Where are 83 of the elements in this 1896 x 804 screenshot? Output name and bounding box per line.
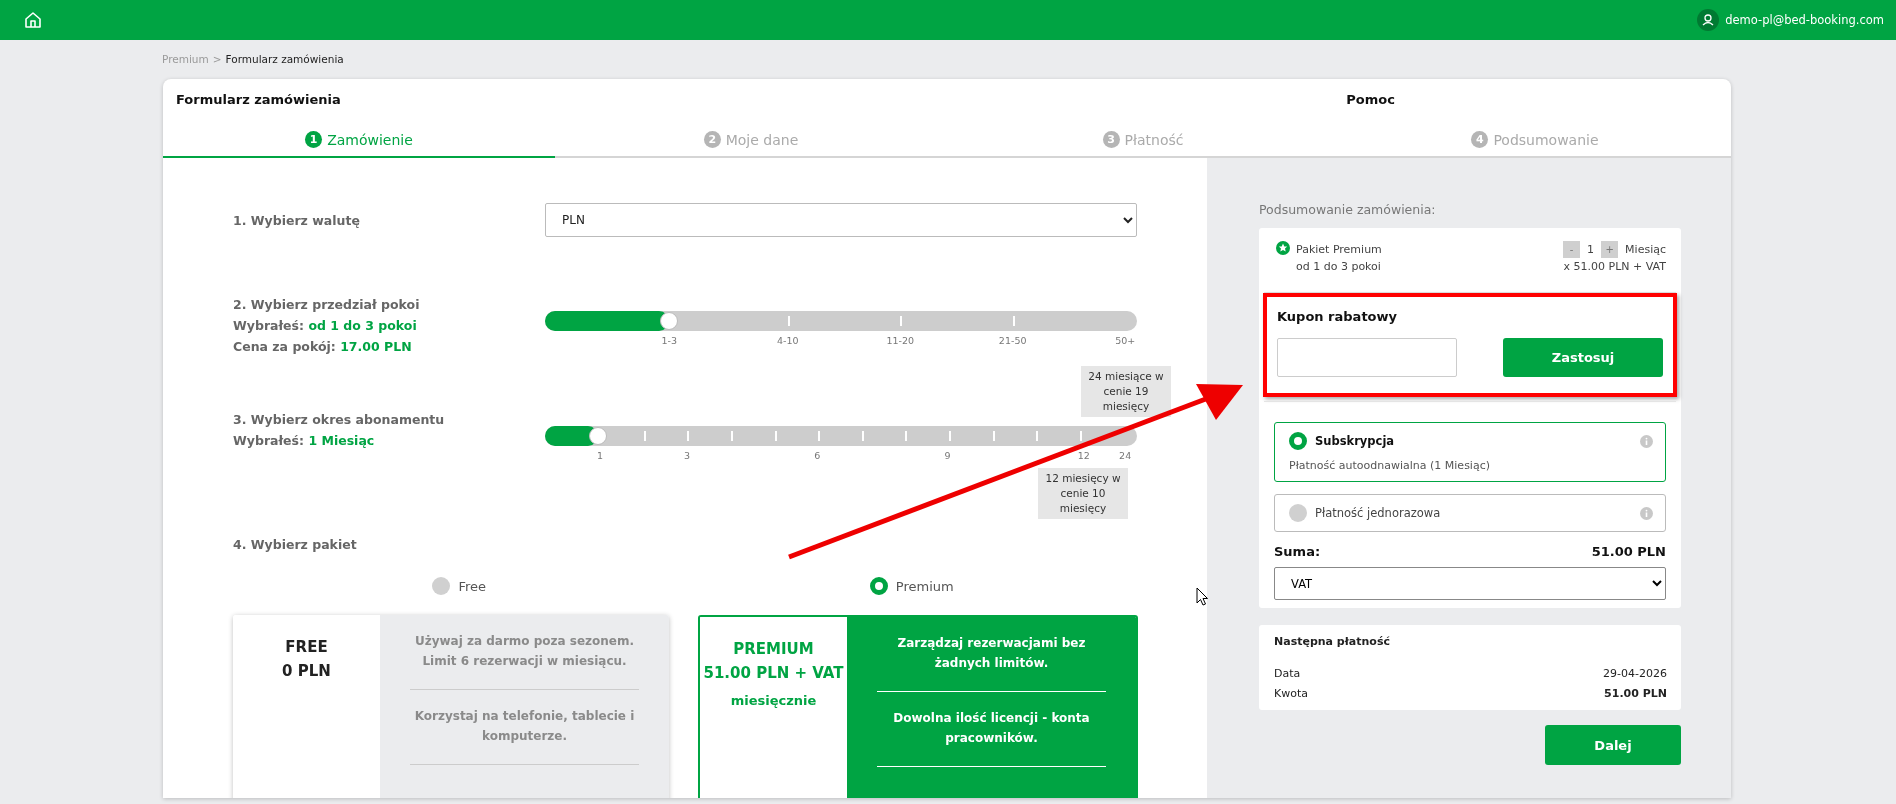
- slider-thumb[interactable]: [589, 427, 608, 445]
- slider-thumb[interactable]: [660, 312, 679, 330]
- info-icon: [1640, 434, 1653, 448]
- apply-button[interactable]: Zastosuj: [1503, 338, 1663, 377]
- payment-option[interactable]: Subskrypcja Płatność autoodnawialna (1 Miesiąc): [1274, 422, 1666, 482]
- radio-button[interactable]: [869, 577, 888, 595]
- feature-text: Dowolna ilość licencji - konta pracowników.: [877, 692, 1106, 767]
- user-email[interactable]: demo-pl@bed-booking.com: [1725, 13, 1884, 27]
- option-description: Płatność autoodnawialna (1 Miesiąc): [1289, 459, 1491, 472]
- package-name: PREMIUM: [732, 639, 815, 660]
- step-tab[interactable]: 3 Płatność: [947, 123, 1339, 158]
- selected-value: 17.00 PLN: [340, 339, 412, 354]
- tick-label: 21-50: [998, 335, 1027, 346]
- info-label: Data: [1274, 666, 1301, 682]
- star-icon: [1276, 241, 1290, 255]
- unit-label: Miesiąc: [1625, 242, 1666, 258]
- selected-value: od 1 do 3 pokoi: [308, 318, 417, 333]
- total-label: Suma:: [1274, 544, 1321, 559]
- step-tab[interactable]: 4 Podsumowanie: [1339, 123, 1731, 158]
- section-title: Podsumowanie zamówienia:: [1259, 202, 1437, 217]
- coupon-title: Kupon rabatowy: [1277, 309, 1398, 324]
- discount-tooltip: 12 miesięcy w cenie 10 miesięcy: [1038, 468, 1128, 519]
- billing-period: miesięcznie: [729, 692, 818, 710]
- room-range: od 1 do 3 pokoi: [1296, 259, 1382, 275]
- coupon-input[interactable]: [1277, 338, 1457, 377]
- decrease-button[interactable]: -: [1563, 241, 1581, 258]
- field-label: Wybrałeś:: [233, 318, 305, 333]
- field-label: 2. Wybierz przedział pokoi: [233, 296, 421, 314]
- info-icon: [1640, 506, 1653, 520]
- payment-option[interactable]: Płatność jednorazowa: [1274, 494, 1666, 532]
- tick-label: 9: [944, 450, 951, 461]
- field-label: Wybrałeś:: [233, 433, 305, 448]
- feature-text: Korzystaj na telefonie, tablecie i komputerze.: [410, 690, 639, 765]
- tick-label: 50+: [1115, 335, 1136, 346]
- radio-button[interactable]: [432, 577, 451, 595]
- next-button[interactable]: Dalej: [1545, 725, 1681, 765]
- breadcrumb-link[interactable]: Premium: [162, 53, 209, 65]
- step-tab[interactable]: 2 Moje dane: [555, 123, 947, 158]
- tick-label: 3: [684, 450, 691, 461]
- radio-label: Premium: [895, 578, 954, 594]
- quantity: 1: [1587, 242, 1595, 258]
- card-title: Następna płatność: [1274, 635, 1391, 648]
- currency-select[interactable]: PLN: [545, 203, 1137, 237]
- package-price: 0 PLN: [281, 661, 332, 682]
- info-value: 29-04-2026: [1603, 666, 1667, 682]
- tick-label: 1-3: [661, 335, 678, 346]
- package-name: FREE: [284, 637, 329, 658]
- tick-label: 12: [1077, 450, 1090, 461]
- option-title: Subskrypcja: [1315, 434, 1396, 448]
- selected-value: 1 Miesiąc: [308, 433, 375, 448]
- increase-button[interactable]: +: [1601, 241, 1619, 258]
- user-avatar-icon: [1697, 9, 1720, 31]
- radio-button[interactable]: [1289, 432, 1307, 450]
- help-link[interactable]: Pomoc: [1346, 92, 1395, 123]
- feature-text: Zarządzaj rezerwacjami bez żadnych limitów.: [877, 617, 1106, 692]
- tax-select[interactable]: VAT: [1274, 567, 1666, 600]
- discount-tooltip: 24 miesiące w cenie 19 miesięcy: [1081, 366, 1171, 417]
- tick-label: 1: [597, 450, 604, 461]
- slider-track[interactable]: [545, 311, 1137, 331]
- slider-track[interactable]: [545, 426, 1137, 446]
- feature-text: Używaj za darmo poza sezonem. Limit 6 rezerwacji w miesiącu.: [410, 615, 639, 690]
- field-label: 1. Wybierz walutę: [233, 211, 361, 230]
- breadcrumb-current: Formularz zamówienia: [225, 53, 344, 65]
- field-label: 3. Wybierz okres abonamentu: [233, 411, 446, 429]
- form-title: Formularz zamówienia: [176, 92, 341, 109]
- unit-price: x 51.00 PLN + VAT: [1563, 259, 1666, 275]
- tick-label: 24: [1119, 450, 1132, 461]
- total-value: 51.00 PLN: [1591, 544, 1666, 559]
- package-card[interactable]: PREMIUM 51.00 PLN + VAT miesięcznie Zarządzaj rezerwacjami bez żadnych limitów. Dowolna ilość licencji - konta pracowników.: [698, 615, 1138, 798]
- home-icon: [24, 11, 42, 29]
- tick-label: 6: [814, 450, 821, 461]
- info-label: Kwota: [1274, 686, 1308, 702]
- package-name: Pakiet Premium: [1296, 242, 1382, 258]
- radio-button[interactable]: [1289, 504, 1307, 522]
- option-title: Płatność jednorazowa: [1315, 506, 1442, 520]
- info-value: 51.00 PLN: [1604, 686, 1667, 702]
- field-label: 4. Wybierz pakiet: [233, 536, 358, 554]
- breadcrumb-separator: >: [212, 53, 222, 65]
- tick-label: 4-10: [776, 335, 799, 346]
- tick-label: 11-20: [886, 335, 914, 346]
- radio-label: Free: [458, 578, 487, 594]
- package-price: 51.00 PLN + VAT: [702, 663, 845, 684]
- field-label: Cena za pokój:: [233, 339, 336, 354]
